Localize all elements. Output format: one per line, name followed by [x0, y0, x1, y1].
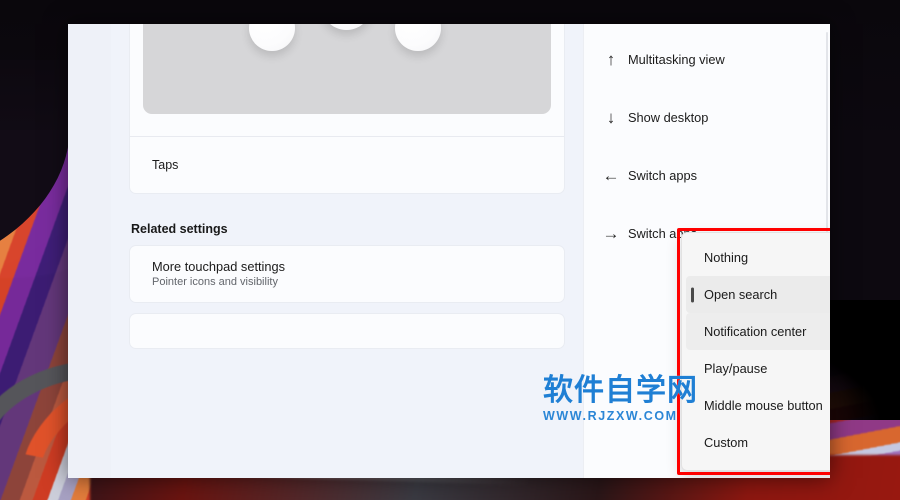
gesture-illustration-row	[130, 24, 564, 136]
gesture-action-dropdown-menu[interactable]: Nothing Open search Notification center …	[681, 232, 830, 471]
arrow-left-icon: ←	[602, 165, 620, 185]
gesture-item-label: Switch apps	[628, 167, 697, 183]
dropdown-item-label: Middle mouse button	[704, 398, 823, 413]
dropdown-item-label: Notification center	[704, 324, 807, 339]
dropdown-item-play-pause[interactable]: Play/pause	[686, 350, 830, 387]
gesture-item-switch-apps-left[interactable]: ← Switch apps	[584, 146, 830, 204]
arrow-down-icon: ↓	[606, 107, 616, 127]
arrow-right-icon: →	[602, 223, 620, 243]
more-touchpad-settings-subtitle: Pointer icons and visibility	[152, 276, 278, 288]
arrow-up-icon: ↑	[606, 49, 616, 69]
selection-indicator-icon	[691, 287, 694, 302]
gesture-item-multitasking-view[interactable]: ↑ Multitasking view	[584, 30, 830, 88]
dropdown-item-label: Play/pause	[704, 361, 768, 376]
dropdown-item-open-search[interactable]: Open search	[686, 276, 830, 313]
settings-sidebar[interactable]	[68, 24, 111, 478]
dropdown-item-middle-mouse-button[interactable]: Middle mouse button	[686, 387, 830, 424]
more-touchpad-settings-title: More touchpad settings	[152, 259, 286, 274]
settings-window: Taps Related settings More touchpad sett…	[68, 24, 830, 478]
taps-row-label: Taps	[152, 158, 179, 172]
related-settings-heading: Related settings	[131, 222, 228, 236]
gesture-item-show-desktop[interactable]: ↓ Show desktop	[584, 88, 830, 146]
touchpad-illustration	[143, 24, 551, 114]
gesture-card: Taps	[129, 24, 565, 194]
finger-dot-right	[395, 24, 441, 51]
desktop-wallpaper: Taps Related settings More touchpad sett…	[0, 0, 900, 500]
gesture-item-label: Show desktop	[628, 109, 709, 125]
wallpaper-left-mask	[0, 60, 70, 280]
settings-content-area: Taps Related settings More touchpad sett…	[111, 24, 830, 478]
more-touchpad-settings-item[interactable]: More touchpad settings Pointer icons and…	[129, 245, 565, 303]
dropdown-item-label: Custom	[704, 435, 749, 450]
taps-row[interactable]: Taps	[130, 137, 564, 193]
dropdown-item-custom[interactable]: Custom	[686, 424, 830, 461]
dropdown-item-notification-center[interactable]: Notification center	[686, 313, 830, 350]
dropdown-item-label: Open search	[704, 287, 778, 302]
related-settings-item-2[interactable]	[129, 313, 565, 349]
gesture-item-label: Multitasking view	[628, 51, 725, 67]
dropdown-item-nothing[interactable]: Nothing	[686, 239, 830, 276]
panel-scrollbar[interactable]	[826, 32, 828, 232]
finger-dot-left	[249, 24, 295, 51]
settings-scroll-region[interactable]: Taps Related settings More touchpad sett…	[111, 24, 583, 478]
dropdown-item-label: Nothing	[704, 250, 749, 265]
finger-dot-center	[321, 24, 372, 30]
